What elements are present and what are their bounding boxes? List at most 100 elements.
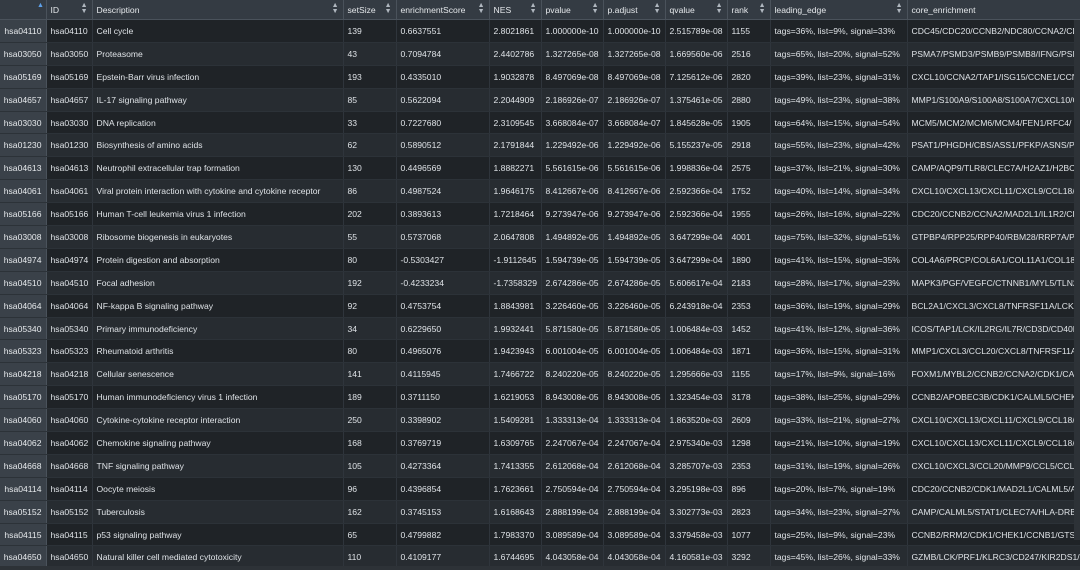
description-cell[interactable]: Oocyte meiosis xyxy=(92,477,344,501)
pvalue-cell[interactable]: 8.240220e-05 xyxy=(541,362,604,387)
row-name-cell[interactable]: hsa04657 xyxy=(0,88,47,112)
rank-cell[interactable]: 2609 xyxy=(727,408,771,433)
row-name-cell[interactable]: hsa04974 xyxy=(0,248,47,272)
row-name-cell[interactable]: hsa04110 xyxy=(0,19,47,43)
setsize-cell[interactable]: 62 xyxy=(343,133,397,158)
row-name-cell[interactable]: hsa05170 xyxy=(0,385,47,410)
padjust-cell[interactable]: 8.497069e-08 xyxy=(603,65,666,89)
enrichmentscore-cell[interactable]: 0.4396854 xyxy=(396,477,490,501)
row-name-cell[interactable]: hsa01230 xyxy=(0,133,47,158)
table-row[interactable]: hsa04114 hsa04114 Oocyte meiosis 96 0.439685… xyxy=(0,477,1080,501)
pvalue-cell[interactable]: 1.327265e-08 xyxy=(541,42,604,66)
rank-cell[interactable]: 1155 xyxy=(727,362,771,387)
table-row[interactable]: hsa04060 hsa04060 Cytokine-cytokine recept… xyxy=(0,408,1080,433)
leading-edge-cell[interactable]: tags=26%, list=16%, signal=22% xyxy=(770,202,908,227)
rank-cell[interactable]: 1871 xyxy=(727,339,771,364)
id-cell[interactable]: hsa04668 xyxy=(46,454,93,478)
setsize-cell[interactable]: 65 xyxy=(343,523,397,547)
core-enrichment-cell[interactable]: CAMP/AQP9/TLR8/CLEC7A/H2AZ1/H2BC1 xyxy=(907,156,1080,181)
qvalue-cell[interactable]: 5.606617e-04 xyxy=(665,271,728,295)
enrichmentscore-cell[interactable]: -0.4233234 xyxy=(396,271,490,295)
description-cell[interactable]: Ribosome biogenesis in eukaryotes xyxy=(92,225,344,249)
sort-arrows-icon[interactable]: ▲ ▼ xyxy=(332,2,339,15)
row-name-cell[interactable]: hsa04064 xyxy=(0,294,47,318)
enrichmentscore-cell[interactable]: 0.4496569 xyxy=(396,156,490,181)
pvalue-cell[interactable]: 6.001004e-05 xyxy=(541,339,604,364)
sort-arrows-icon[interactable]: ▲ ▼ xyxy=(81,2,88,15)
description-cell[interactable]: Biosynthesis of amino acids xyxy=(92,133,344,158)
setsize-cell[interactable]: 139 xyxy=(343,19,397,43)
setsize-cell[interactable]: 168 xyxy=(343,431,397,455)
description-cell[interactable]: Rheumatoid arthritis xyxy=(92,339,344,364)
nes-cell[interactable]: 1.7623661 xyxy=(489,477,542,501)
padjust-cell[interactable]: 2.247067e-04 xyxy=(603,431,666,455)
description-cell[interactable]: Human immunodeficiency virus 1 infection xyxy=(92,385,344,410)
description-cell[interactable]: Protein digestion and absorption xyxy=(92,248,344,272)
row-name-cell[interactable]: hsa04061 xyxy=(0,179,47,204)
core-enrichment-cell[interactable]: MAPK3/PGF/VEGFC/CTNNB1/MYL5/TLN2/ xyxy=(907,271,1080,295)
padjust-cell[interactable]: 1.000000e-10 xyxy=(603,19,666,43)
column-header-setsize[interactable]: setSize ▲ ▼ xyxy=(343,0,397,20)
description-cell[interactable]: Human T-cell leukemia virus 1 infection xyxy=(92,202,344,227)
pvalue-cell[interactable]: 3.226460e-05 xyxy=(541,294,604,318)
table-row[interactable]: hsa04115 hsa04115 p53 signaling pathway 65 0… xyxy=(0,523,1080,547)
column-header-description[interactable]: Description ▲ ▼ xyxy=(92,0,344,20)
row-name-cell[interactable]: hsa04218 xyxy=(0,362,47,387)
id-cell[interactable]: hsa05169 xyxy=(46,65,93,89)
table-row[interactable]: hsa04061 hsa04061 Viral protein interactio… xyxy=(0,179,1080,204)
rank-cell[interactable]: 1155 xyxy=(727,19,771,43)
padjust-cell[interactable]: 9.273947e-06 xyxy=(603,202,666,227)
leading-edge-cell[interactable]: tags=41%, list=15%, signal=35% xyxy=(770,248,908,272)
qvalue-cell[interactable]: 3.285707e-03 xyxy=(665,454,728,478)
rank-cell[interactable]: 1298 xyxy=(727,431,771,455)
rank-cell[interactable]: 1077 xyxy=(727,523,771,547)
leading-edge-cell[interactable]: tags=65%, list=20%, signal=52% xyxy=(770,42,908,66)
setsize-cell[interactable]: 34 xyxy=(343,317,397,341)
core-enrichment-cell[interactable]: CDC20/CCNB2/CDK1/MAD2L1/CALML5/AU xyxy=(907,477,1080,501)
setsize-cell[interactable]: 85 xyxy=(343,88,397,112)
core-enrichment-cell[interactable]: CAMP/CALML5/STAT1/CLEC7A/HLA-DRB4 xyxy=(907,500,1080,524)
setsize-cell[interactable]: 43 xyxy=(343,42,397,66)
rank-cell[interactable]: 2880 xyxy=(727,88,771,112)
description-cell[interactable]: Cytokine-cytokine receptor interaction xyxy=(92,408,344,433)
id-cell[interactable]: hsa04114 xyxy=(46,477,93,501)
leading-edge-cell[interactable]: tags=17%, list=9%, signal=16% xyxy=(770,362,908,387)
qvalue-cell[interactable]: 1.295666e-03 xyxy=(665,362,728,387)
id-cell[interactable]: hsa05166 xyxy=(46,202,93,227)
pvalue-cell[interactable]: 3.089589e-04 xyxy=(541,523,604,547)
id-cell[interactable]: hsa04115 xyxy=(46,523,93,547)
qvalue-cell[interactable]: 7.125612e-06 xyxy=(665,65,728,89)
core-enrichment-cell[interactable]: BCL2A1/CXCL3/CXCL8/TNFRSF11A/LCK/C xyxy=(907,294,1080,318)
id-cell[interactable]: hsa01230 xyxy=(46,133,93,158)
table-row[interactable]: hsa04974 hsa04974 Protein digestion and ab… xyxy=(0,248,1080,272)
row-name-cell[interactable]: hsa05166 xyxy=(0,202,47,227)
row-name-cell[interactable]: hsa05340 xyxy=(0,317,47,341)
pvalue-cell[interactable]: 1.000000e-10 xyxy=(541,19,604,43)
nes-cell[interactable]: 1.7466722 xyxy=(489,362,542,387)
padjust-cell[interactable]: 3.226460e-05 xyxy=(603,294,666,318)
core-enrichment-cell[interactable]: CXCL10/CXCL3/CCL20/MMP9/CCL5/CCL2/ xyxy=(907,454,1080,478)
rank-cell[interactable]: 1452 xyxy=(727,317,771,341)
padjust-cell[interactable]: 1.229492e-06 xyxy=(603,133,666,158)
qvalue-cell[interactable]: 1.669560e-06 xyxy=(665,42,728,66)
padjust-cell[interactable]: 3.089589e-04 xyxy=(603,523,666,547)
id-cell[interactable]: hsa05340 xyxy=(46,317,93,341)
rank-cell[interactable]: 2575 xyxy=(727,156,771,181)
core-enrichment-cell[interactable]: CXCL10/CXCL13/CXCL11/CXCL9/CCL18/CC xyxy=(907,179,1080,204)
leading-edge-cell[interactable]: tags=40%, list=14%, signal=34% xyxy=(770,179,908,204)
setsize-cell[interactable]: 105 xyxy=(343,454,397,478)
id-cell[interactable]: hsa04974 xyxy=(46,248,93,272)
sort-arrows-icon[interactable]: ▲ ▼ xyxy=(654,2,661,15)
row-name-cell[interactable]: hsa03030 xyxy=(0,111,47,135)
enrichmentscore-cell[interactable]: 0.3769719 xyxy=(396,431,490,455)
id-cell[interactable]: hsa04657 xyxy=(46,88,93,112)
nes-cell[interactable]: 1.9646175 xyxy=(489,179,542,204)
sort-arrows-icon[interactable]: ▲ ▼ xyxy=(896,2,903,15)
id-cell[interactable]: hsa05323 xyxy=(46,339,93,364)
pvalue-cell[interactable]: 2.186926e-07 xyxy=(541,88,604,112)
leading-edge-cell[interactable]: tags=33%, list=21%, signal=27% xyxy=(770,408,908,433)
qvalue-cell[interactable]: 6.243918e-04 xyxy=(665,294,728,318)
core-enrichment-cell[interactable]: CCNB2/APOBEC3B/CDK1/CALML5/CHEK1/ xyxy=(907,385,1080,410)
nes-cell[interactable]: 1.9423943 xyxy=(489,339,542,364)
description-cell[interactable]: Viral protein interaction with cytokine … xyxy=(92,179,344,204)
